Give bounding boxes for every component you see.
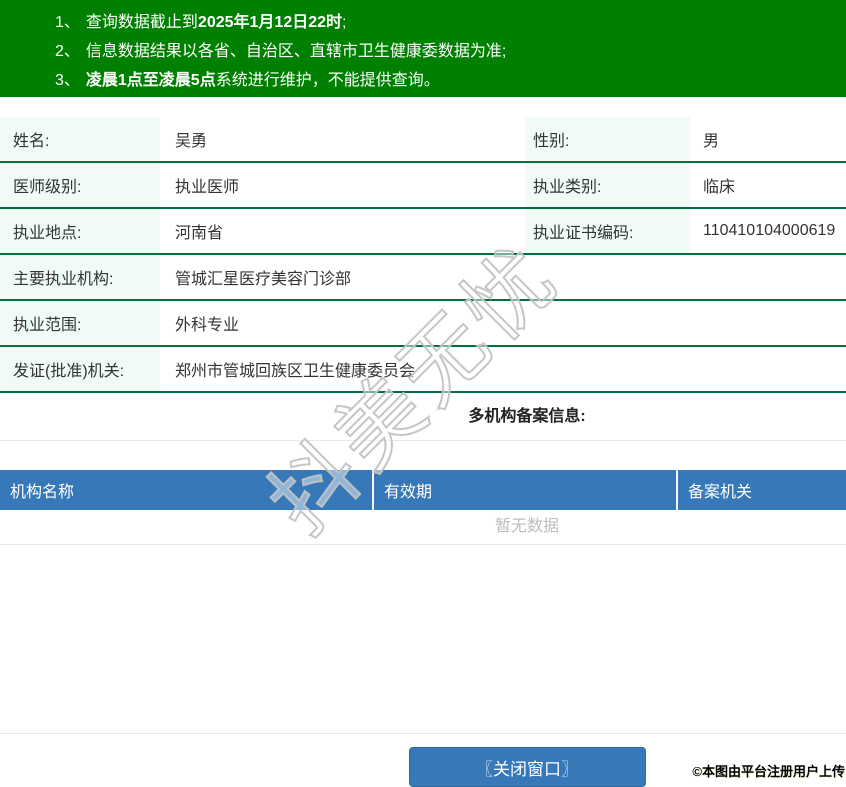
license-query-page: 1、 查询数据截止到2025年1月12日22时; 2、 信息数据结果以各省、自治区、…: [0, 0, 846, 787]
name-label: 姓名:: [0, 117, 160, 161]
column-validity-period: 有效期: [374, 470, 678, 510]
column-institution-name: 机构名称: [0, 470, 374, 510]
no-data-row: 暂无数据: [0, 510, 846, 545]
practice-category-value: 临床: [703, 179, 736, 196]
main-institution-value: 管城汇星医疗美容门诊部: [175, 271, 352, 288]
notice-text: 系统进行维护，不能提供查询。: [215, 72, 440, 89]
notice-line-1: 1、 查询数据截止到2025年1月12日22时;: [55, 8, 846, 37]
practice-location-label: 执业地点:: [0, 209, 160, 253]
filing-table-header: 机构名称 有效期 备案机关: [0, 470, 846, 510]
notice-line-3: 3、 凌晨1点至凌晨5点系统进行维护，不能提供查询。: [55, 66, 846, 95]
gender-label: 性别:: [525, 117, 690, 161]
table-row-practice-scope: 执业范围: 外科专业: [0, 301, 846, 347]
notice-number: 3、: [55, 72, 80, 89]
close-window-button[interactable]: 〖关闭窗口〗: [408, 747, 646, 787]
practitioner-info-table: 姓名: 吴勇 性别: 男 医师级别: 执业医师 执业类别: 临床 执业地点: 河…: [0, 117, 846, 393]
practice-location-value: 河南省: [175, 225, 224, 242]
notice-banner: 1、 查询数据截止到2025年1月12日22时; 2、 信息数据结果以各省、自治区、…: [0, 0, 846, 97]
issuing-authority-label: 发证(批准)机关:: [0, 347, 160, 391]
table-row-level-category: 医师级别: 执业医师 执业类别: 临床: [0, 163, 846, 209]
column-filing-authority: 备案机关: [688, 484, 753, 501]
gender-value: 男: [703, 133, 720, 150]
table-row-name-gender: 姓名: 吴勇 性别: 男: [0, 117, 846, 163]
notice-text-bold: 2025年1月12日22时: [197, 14, 343, 31]
main-institution-label: 主要执业机构:: [0, 255, 160, 299]
name-value: 吴勇: [175, 133, 208, 150]
notice-text: 信息数据结果以各省、自治区、直辖市卫生健康委数据为准;: [85, 43, 507, 60]
notice-number: 1、: [55, 14, 80, 31]
license-number-value: 110410104000619: [703, 222, 836, 239]
table-row-location-license: 执业地点: 河南省 执业证书编码: 110410104000619: [0, 209, 846, 255]
notice-number: 2、: [55, 43, 80, 60]
issuing-authority-value: 郑州市管城回族区卫生健康委员会: [175, 363, 416, 380]
upload-credit-text: ©本图由平台注册用户上传: [692, 764, 845, 779]
practice-scope-value: 外科专业: [175, 317, 240, 334]
license-number-label: 执业证书编码:: [525, 209, 690, 253]
doctor-level-label: 医师级别:: [0, 163, 160, 207]
blank-area: [0, 545, 846, 733]
notice-text: ;: [342, 14, 347, 31]
table-row-main-institution: 主要执业机构: 管城汇星医疗美容门诊部: [0, 255, 846, 301]
notice-text: 查询数据截止到: [85, 14, 198, 31]
notice-text-bold: 凌晨1点至凌晨5点: [85, 72, 216, 89]
practice-scope-label: 执业范围:: [0, 301, 160, 345]
doctor-level-value: 执业医师: [175, 179, 240, 196]
multi-institution-filing-title: 多机构备案信息:: [0, 393, 846, 441]
practice-category-label: 执业类别:: [525, 163, 690, 207]
table-row-issuing-authority: 发证(批准)机关: 郑州市管城回族区卫生健康委员会: [0, 347, 846, 393]
notice-line-2: 2、 信息数据结果以各省、自治区、直辖市卫生健康委数据为准;: [55, 37, 846, 66]
